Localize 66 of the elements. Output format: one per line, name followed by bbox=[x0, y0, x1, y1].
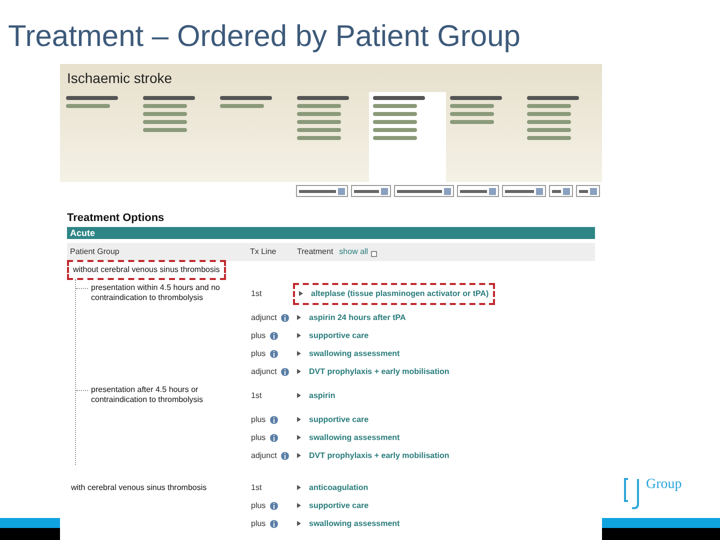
tx-line-text: plus bbox=[251, 432, 266, 444]
tx-line-text: plus bbox=[251, 348, 266, 360]
tx-line-text: plus bbox=[251, 500, 266, 512]
treatment-link[interactable]: aspirin 24 hours after tPA bbox=[309, 312, 406, 324]
tx-line-text: adjunct bbox=[251, 366, 277, 378]
bullet-icon bbox=[297, 315, 301, 320]
treatment-link[interactable]: swallowing assessment bbox=[309, 432, 400, 444]
phase-bar: Acute bbox=[67, 226, 595, 238]
info-icon[interactable] bbox=[270, 350, 278, 358]
tx-line-text: plus bbox=[251, 414, 266, 426]
toolbar-button[interactable] bbox=[576, 185, 600, 197]
column-header: Tx Line bbox=[250, 246, 278, 258]
logo-text: Group bbox=[646, 478, 682, 492]
show-all-link[interactable]: show all bbox=[339, 246, 368, 258]
patient-group-label: with cerebral venous sinus thrombosis bbox=[70, 482, 208, 494]
treatment-link[interactable]: supportive care bbox=[309, 500, 369, 512]
tx-line-text: adjunct bbox=[251, 450, 277, 462]
bullet-icon bbox=[299, 291, 303, 296]
treatment-link[interactable]: supportive care bbox=[309, 330, 369, 342]
section-title: Treatment Options bbox=[66, 211, 166, 226]
toolbar-button[interactable] bbox=[296, 185, 348, 197]
info-icon[interactable] bbox=[280, 368, 289, 376]
tx-line-text: adjunct bbox=[251, 312, 277, 324]
treatment-link[interactable]: aspirin bbox=[309, 390, 336, 402]
info-icon[interactable] bbox=[280, 314, 289, 322]
bullet-icon bbox=[297, 435, 301, 440]
treatment-link[interactable]: supportive care bbox=[309, 414, 369, 426]
patient-group-label: without cerebral venous sinus thrombosis bbox=[67, 260, 226, 280]
page-title: Ischaemic stroke bbox=[66, 69, 174, 88]
info-icon[interactable] bbox=[270, 520, 278, 528]
column-header: Patient Group bbox=[69, 246, 120, 258]
toolbar-button[interactable] bbox=[394, 185, 454, 197]
tx-line-text: plus bbox=[251, 330, 266, 342]
info-icon[interactable] bbox=[270, 332, 278, 340]
bullet-icon bbox=[297, 333, 301, 338]
slide-title: Treatment – Ordered by Patient Group bbox=[7, 19, 522, 55]
info-icon[interactable] bbox=[270, 434, 278, 442]
show-all-checkbox[interactable] bbox=[371, 250, 378, 256]
bullet-icon bbox=[297, 521, 301, 526]
tx-line-text: 1st bbox=[251, 288, 262, 300]
toolbar-button[interactable] bbox=[351, 185, 391, 197]
info-icon[interactable] bbox=[270, 502, 278, 510]
treatment-link[interactable]: alteplase (tissue plasminogen activator or tPA) bbox=[311, 288, 489, 300]
info-icon[interactable] bbox=[280, 452, 289, 460]
patient-subgroup-label: presentation after 4.5 hours or contraindication to thrombolysis bbox=[91, 384, 204, 404]
bullet-icon bbox=[297, 485, 301, 490]
treatment-link[interactable]: swallowing assessment bbox=[309, 518, 400, 530]
bullet-icon bbox=[297, 351, 301, 356]
tx-line-text: 1st bbox=[251, 390, 262, 402]
bullet-icon bbox=[297, 453, 301, 458]
bullet-icon bbox=[297, 369, 301, 374]
info-icon[interactable] bbox=[270, 416, 278, 424]
toolbar-button[interactable] bbox=[502, 185, 546, 197]
tx-line-text: plus bbox=[251, 518, 266, 530]
column-header: Treatment bbox=[297, 246, 334, 258]
bullet-icon bbox=[297, 503, 301, 508]
treatment-link[interactable]: DVT prophylaxis + early mobilisation bbox=[309, 366, 450, 378]
toolbar-button[interactable] bbox=[457, 185, 499, 197]
patient-subgroup-label: presentation within 4.5 hours and no contraindication to thrombolysis bbox=[91, 282, 221, 302]
bullet-icon bbox=[297, 393, 301, 398]
treatment-link[interactable]: swallowing assessment bbox=[309, 348, 400, 360]
toolbar-button[interactable] bbox=[549, 185, 573, 197]
bullet-icon bbox=[297, 417, 301, 422]
tx-line-text: 1st bbox=[251, 482, 262, 494]
treatment-link[interactable]: DVT prophylaxis + early mobilisation bbox=[309, 450, 450, 462]
treatment-link[interactable]: anticoagulation bbox=[309, 482, 368, 494]
